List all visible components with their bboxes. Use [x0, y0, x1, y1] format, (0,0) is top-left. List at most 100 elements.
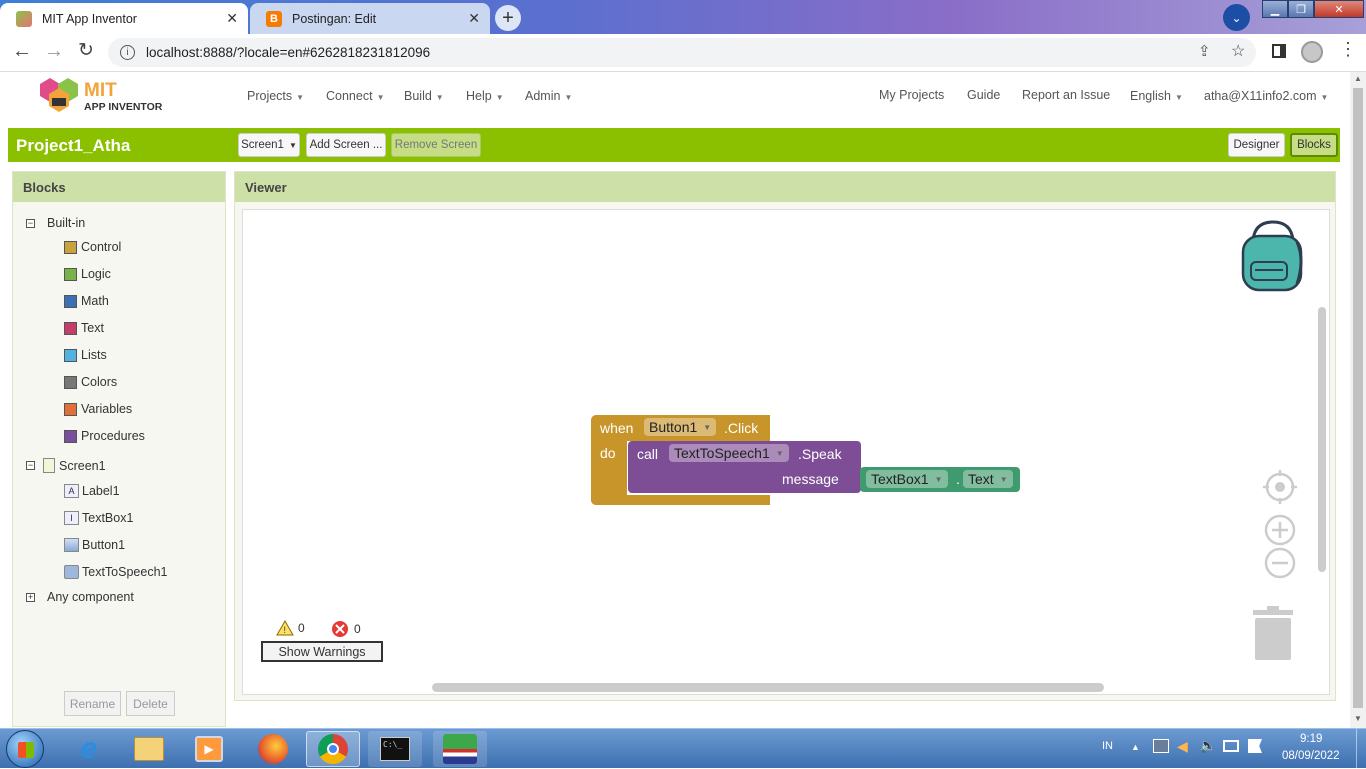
collapse-icon[interactable]: −	[26, 461, 35, 470]
call-block-texttospeech1-speak[interactable]: call TextToSpeech1 ▼ .Speak message	[628, 441, 861, 493]
address-bar[interactable]: i localhost:8888/?locale=en#626281823181…	[108, 38, 1256, 67]
drawer-procedures[interactable]: Procedures	[64, 429, 145, 443]
menu-build[interactable]: Build ▼	[404, 89, 444, 103]
drawer-lists[interactable]: Lists	[64, 348, 107, 362]
add-screen-button[interactable]: Add Screen ...	[306, 133, 386, 157]
tab-mit-app-inventor[interactable]: MIT App Inventor ✕	[0, 3, 248, 34]
start-button[interactable]	[6, 730, 44, 768]
tree-label1[interactable]: A Label1	[64, 484, 120, 498]
expand-icon[interactable]: +	[26, 592, 35, 602]
close-window-button[interactable]: ✕	[1314, 0, 1364, 18]
caret-down-icon: ▼	[999, 474, 1008, 484]
flag-tray-icon[interactable]	[1248, 739, 1262, 753]
text-property-dropdown[interactable]: Text ▼	[963, 470, 1013, 488]
delete-button[interactable]: Delete	[126, 691, 175, 716]
workspace-vertical-scrollbar[interactable]	[1318, 307, 1326, 572]
close-tab-icon[interactable]: ✕	[226, 10, 238, 27]
workspace-horizontal-scrollbar[interactable]	[432, 683, 1104, 692]
new-tab-button[interactable]: +	[495, 5, 521, 31]
menu-admin[interactable]: Admin ▼	[525, 89, 572, 103]
taskbar-cmd[interactable]: C:\_	[368, 731, 422, 767]
link-my-projects[interactable]: My Projects	[879, 88, 944, 102]
tree-button1[interactable]: Button1	[64, 538, 125, 552]
blocks-workspace[interactable]: when Button1 ▼ .Click do call TextToSpeec…	[242, 209, 1330, 695]
button1-dropdown[interactable]: Button1 ▼	[644, 418, 717, 436]
kebab-menu-icon[interactable]: ⋮	[1339, 39, 1357, 60]
browser-toolbar: ← → ↻ i localhost:8888/?locale=en#626281…	[0, 34, 1366, 72]
zoom-out-icon[interactable]	[1263, 546, 1297, 580]
menu-help[interactable]: Help ▼	[466, 89, 504, 103]
designer-button[interactable]: Designer	[1228, 133, 1285, 157]
reload-icon[interactable]: ↻	[78, 39, 94, 62]
chevron-down-icon: ⌄	[1231, 10, 1242, 25]
drawer-color-swatch	[64, 402, 77, 416]
zoom-in-icon[interactable]	[1263, 513, 1297, 547]
errors-count: 0	[354, 622, 361, 636]
network-tray-icon[interactable]	[1153, 739, 1169, 753]
textbox1-dropdown[interactable]: TextBox1 ▼	[866, 470, 948, 488]
app-header: MIT APP INVENTOR Projects ▼ Connect ▼ Buil…	[0, 72, 1350, 122]
minimize-window-button[interactable]: ▁	[1262, 0, 1288, 18]
clock-time[interactable]: 9:19	[1300, 733, 1322, 745]
profile-avatar-icon[interactable]	[1301, 41, 1323, 63]
close-tab-icon[interactable]: ✕	[468, 10, 480, 27]
user-menu[interactable]: atha@X11info2.com ▼	[1204, 89, 1328, 103]
menu-projects[interactable]: Projects ▼	[247, 89, 304, 103]
drawer-colors[interactable]: Colors	[64, 375, 117, 389]
trash-icon[interactable]	[1251, 606, 1295, 662]
clock-date[interactable]: 08/09/2022	[1282, 750, 1340, 762]
taskbar-chrome[interactable]	[306, 731, 360, 767]
drawer-logic[interactable]: Logic	[64, 267, 111, 281]
drawer-variables[interactable]: Variables	[64, 402, 132, 416]
show-warnings-button[interactable]: Show Warnings	[261, 641, 383, 662]
maximize-window-button[interactable]: ❐	[1288, 0, 1314, 18]
tree-screen1[interactable]: − Screen1	[26, 458, 106, 473]
texttospeech1-dropdown[interactable]: TextToSpeech1 ▼	[669, 444, 789, 462]
mit-logo[interactable]: MIT APP INVENTOR	[36, 76, 166, 118]
input-language-indicator[interactable]: IN	[1102, 740, 1113, 752]
drawer-text[interactable]: Text	[64, 321, 104, 335]
forward-arrow-icon[interactable]: →	[44, 40, 64, 63]
remove-screen-button[interactable]: Remove Screen	[391, 133, 481, 157]
event-block-bottom	[591, 495, 770, 505]
menu-connect[interactable]: Connect ▼	[326, 89, 384, 103]
show-desktop-button[interactable]	[1356, 729, 1366, 769]
screen-select-button[interactable]: Screen1 ▼	[238, 133, 300, 157]
back-arrow-icon[interactable]: ←	[12, 40, 32, 63]
rename-button[interactable]: Rename	[64, 691, 121, 716]
tab-postingan-edit[interactable]: B Postingan: Edit ✕	[250, 3, 490, 34]
tree-texttospeech1[interactable]: TextToSpeech1	[64, 565, 167, 579]
side-panel-icon[interactable]	[1272, 44, 1286, 58]
caret-down-icon: ▼	[1320, 93, 1329, 102]
tree-any-component[interactable]: + Any component	[26, 590, 134, 604]
scroll-up-icon[interactable]: ▲	[1354, 74, 1362, 83]
bookmark-star-icon[interactable]: ☆	[1231, 41, 1245, 61]
taskbar-ie[interactable]: e	[62, 731, 116, 767]
taskbar-android-app[interactable]	[433, 731, 487, 767]
blocks-button[interactable]: Blocks	[1290, 133, 1338, 157]
link-report-issue[interactable]: Report an Issue	[1022, 88, 1110, 102]
scroll-down-icon[interactable]: ▼	[1354, 714, 1362, 723]
recenter-icon[interactable]	[1263, 470, 1297, 504]
getter-block-textbox1-text[interactable]: TextBox1 ▼ . Text ▼	[860, 467, 1020, 492]
scrollbar-thumb[interactable]	[1353, 88, 1363, 708]
backpack-icon[interactable]	[1239, 220, 1307, 292]
taskbar-firefox[interactable]	[246, 731, 300, 767]
language-menu[interactable]: English ▼	[1130, 89, 1183, 103]
drawer-control[interactable]: Control	[64, 240, 121, 254]
tree-textbox1[interactable]: I TextBox1	[64, 511, 133, 525]
show-hidden-icons-icon[interactable]: ▲	[1131, 742, 1140, 752]
tree-builtin[interactable]: − Built-in	[26, 216, 85, 230]
tab-search-button[interactable]: ⌄	[1223, 4, 1250, 31]
collapse-icon[interactable]: −	[26, 218, 35, 228]
drawer-label: Text	[81, 321, 104, 335]
share-icon[interactable]: ⇪	[1198, 42, 1211, 60]
taskbar-media-player[interactable]: ▶	[182, 731, 236, 767]
display-tray-icon[interactable]	[1223, 740, 1239, 752]
drawer-math[interactable]: Math	[64, 294, 109, 308]
link-guide[interactable]: Guide	[967, 88, 1000, 102]
page-scrollbar[interactable]: ▲ ▼	[1350, 72, 1366, 728]
volume-tray-icon[interactable]: 🔈	[1199, 737, 1216, 754]
taskbar-explorer[interactable]	[122, 731, 176, 767]
alert-tray-icon[interactable]: ◀	[1177, 738, 1188, 755]
